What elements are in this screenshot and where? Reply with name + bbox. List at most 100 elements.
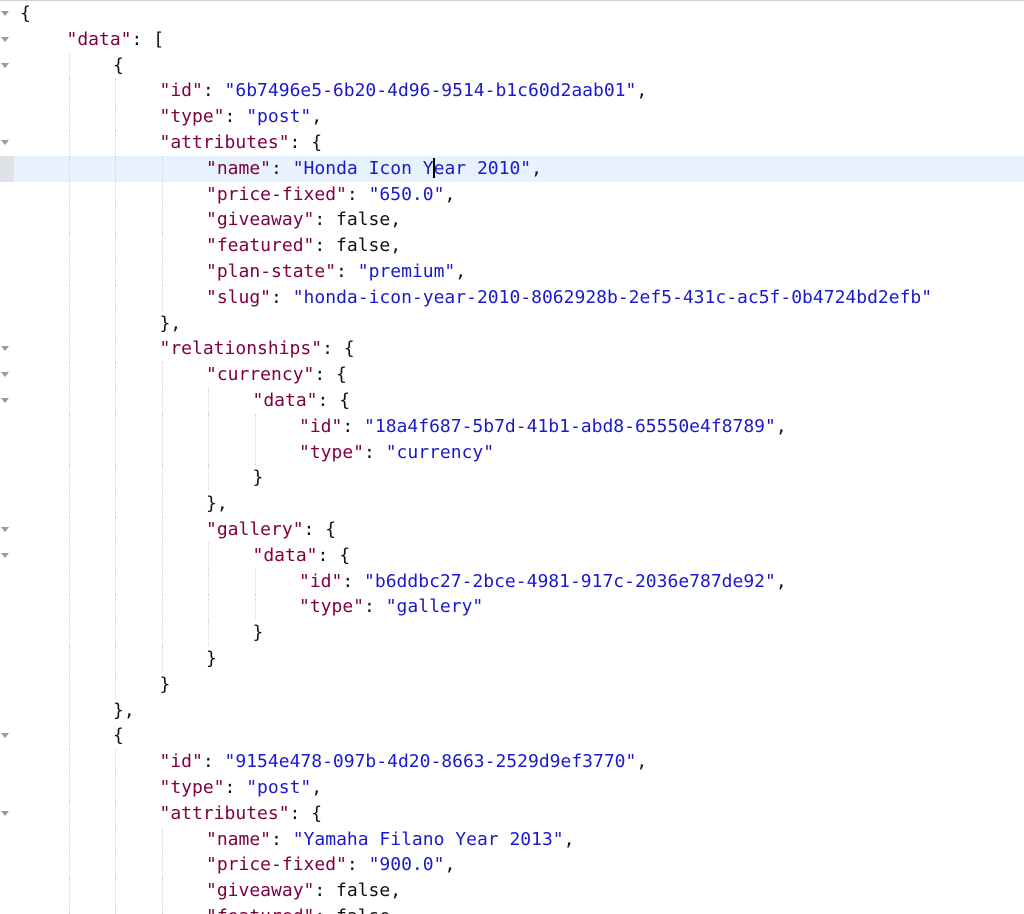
chevron-down-icon[interactable] <box>1 526 9 532</box>
line-gutter <box>0 852 14 878</box>
json-key: "price-fixed" <box>206 183 347 205</box>
code-line[interactable]: "featured": false, <box>0 233 1024 259</box>
code-line[interactable]: "name": "Yamaha Filano Year 2013", <box>0 826 1024 853</box>
indent-guide <box>115 233 116 259</box>
code-line[interactable]: { <box>0 52 1024 79</box>
indent-guide <box>161 155 163 182</box>
code-line[interactable]: }, <box>0 697 1024 724</box>
code-line[interactable]: "id": "18a4f687-5b7d-41b1-abd8-65550e4f8… <box>0 413 1024 440</box>
code-line[interactable]: "type": "post", <box>0 104 1024 130</box>
json-editor[interactable]: {"data": [{"id": "6b7496e5-6b20-4d96-951… <box>0 0 1024 914</box>
code-line[interactable]: } <box>0 671 1024 698</box>
json-punct: , <box>531 157 542 179</box>
json-punct: : <box>224 106 247 128</box>
json-punct: : <box>342 415 365 437</box>
indent-guide <box>115 774 116 801</box>
code-text: "data": [ <box>67 27 165 53</box>
indent-guide <box>115 284 116 311</box>
json-key: "featured" <box>206 235 315 257</box>
code-text: } <box>206 646 217 672</box>
indent-guide <box>68 52 70 79</box>
code-line[interactable]: "id": "b6ddbc27-2bce-4981-917c-2036e787d… <box>0 568 1024 595</box>
code-line[interactable]: } <box>0 620 1024 646</box>
indent-guide <box>115 310 116 337</box>
code-line[interactable]: }, <box>0 310 1024 337</box>
indent-guide <box>68 903 70 914</box>
line-gutter <box>0 259 14 285</box>
code-text: "data": { <box>253 388 351 414</box>
chevron-down-icon[interactable] <box>1 36 9 42</box>
chevron-down-icon[interactable] <box>1 552 9 558</box>
code-text: "price-fixed": "650.0", <box>206 182 455 208</box>
code-line[interactable]: } <box>0 645 1024 672</box>
chevron-down-icon[interactable] <box>1 733 9 739</box>
code-line[interactable]: "price-fixed": "900.0", <box>0 852 1024 879</box>
indent-guide <box>115 620 116 646</box>
json-punct: } <box>159 673 171 695</box>
json-punct: : <box>364 596 386 618</box>
code-line[interactable]: "attributes": { <box>0 129 1024 156</box>
json-key: "giveaway" <box>206 209 315 231</box>
code-line[interactable]: "data": { <box>0 387 1024 414</box>
code-line[interactable]: "type": "post", <box>0 774 1024 801</box>
code-text: "type": "post", <box>160 104 323 130</box>
json-punct: , <box>455 260 467 282</box>
code-line[interactable]: "id": "6b7496e5-6b20-4d96-9514-b1c60d2aa… <box>0 78 1024 105</box>
code-line[interactable]: "price-fixed": "650.0", <box>0 181 1024 208</box>
code-line[interactable]: "plan-state": "premium", <box>0 258 1024 285</box>
json-punct: }, <box>206 493 228 515</box>
indent-guide <box>208 594 209 621</box>
json-punct: , <box>775 415 787 437</box>
line-gutter <box>0 182 14 208</box>
code-text: "id": "18a4f687-5b7d-41b1-abd8-65550e4f8… <box>299 414 787 440</box>
json-key: "plan-state" <box>206 260 337 282</box>
json-punct: , <box>636 80 648 102</box>
code-text: "currency": { <box>206 362 347 388</box>
code-line[interactable]: "currency": { <box>0 362 1024 388</box>
indent-guide <box>115 387 116 414</box>
code-line[interactable]: "type": "gallery" <box>0 594 1024 621</box>
code-line[interactable]: { <box>0 723 1024 750</box>
indent-guide <box>115 852 116 879</box>
code-text: }, <box>206 491 228 517</box>
code-line[interactable]: "type": "currency" <box>0 439 1024 466</box>
json-key: "giveaway" <box>206 880 315 902</box>
code-text: "name": "Yamaha Filano Year 2013", <box>206 827 575 853</box>
chevron-down-icon[interactable] <box>1 346 9 352</box>
chevron-down-icon[interactable] <box>1 810 9 816</box>
code-line[interactable]: "featured": false <box>0 903 1024 914</box>
code-line[interactable]: } <box>0 465 1024 492</box>
chevron-down-icon[interactable] <box>1 372 9 378</box>
chevron-down-icon[interactable] <box>1 139 9 145</box>
code-line[interactable]: "data": [ <box>0 27 1024 53</box>
code-text: "plan-state": "premium", <box>206 259 466 285</box>
indent-guide <box>208 387 209 414</box>
code-line[interactable]: "id": "9154e478-097b-4d20-8663-2529d9ef3… <box>0 749 1024 775</box>
code-line[interactable]: "giveaway": false, <box>0 878 1024 904</box>
json-key: "data" <box>66 28 132 50</box>
code-text: "data": { <box>253 543 351 569</box>
indent-guide <box>68 465 70 492</box>
code-text: "relationships": { <box>160 336 355 362</box>
indent-guide <box>115 568 116 595</box>
line-gutter <box>0 27 14 53</box>
code-line[interactable]: "attributes": { <box>0 800 1024 827</box>
code-line[interactable]: "data": { <box>0 542 1024 569</box>
code-line[interactable]: "relationships": { <box>0 336 1024 363</box>
indent-guide <box>115 542 116 569</box>
line-gutter <box>0 620 14 646</box>
code-text: "featured": false <box>206 904 390 914</box>
code-line[interactable]: "name": "Honda Icon Year 2010", <box>0 155 1024 182</box>
code-line[interactable]: "gallery": { <box>0 516 1024 543</box>
code-line[interactable]: "giveaway": false, <box>0 207 1024 234</box>
code-line[interactable]: "slug": "honda-icon-year-2010-8062928b-2… <box>0 284 1024 311</box>
code-text: "id": "b6ddbc27-2bce-4981-917c-2036e787d… <box>299 569 787 595</box>
indent-guide <box>68 516 70 543</box>
indent-guide <box>68 362 70 388</box>
chevron-down-icon[interactable] <box>1 397 9 403</box>
code-line[interactable]: }, <box>0 491 1024 517</box>
chevron-down-icon[interactable] <box>1 62 9 68</box>
chevron-down-icon[interactable] <box>1 11 9 16</box>
indent-guide <box>68 181 70 208</box>
code-line[interactable]: { <box>0 1 1024 27</box>
